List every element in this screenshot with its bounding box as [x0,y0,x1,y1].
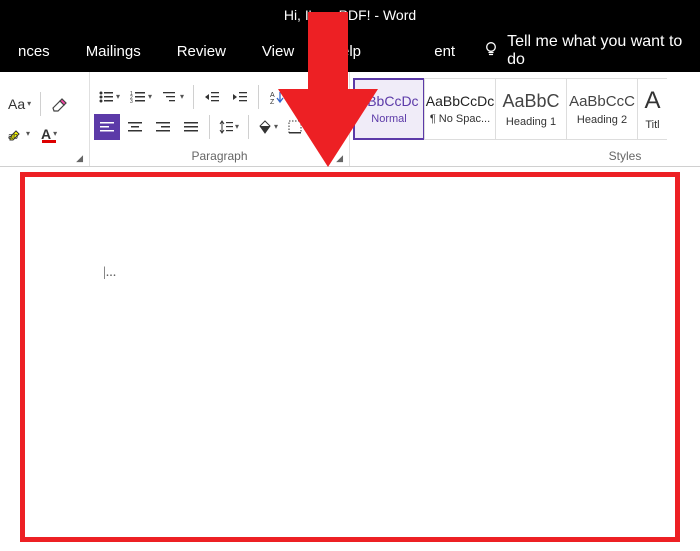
paragraph-dialog-launcher[interactable]: ◢ [336,153,343,164]
title-bar: Hi, I'm a PDF! - Word [0,0,700,30]
align-center-button[interactable] [122,114,148,140]
text-cursor: |... [103,265,116,281]
style-heading1[interactable]: AaBbC Heading 1 [495,78,567,140]
font-group: Aa ab A ◢ [0,72,90,166]
justify-button[interactable] [178,114,204,140]
font-dialog-launcher[interactable]: ◢ [76,153,83,164]
font-color-button[interactable]: A [36,121,62,147]
styles-group-label: Styles [354,147,696,166]
window-title: Hi, I'm a PDF! - Word [284,7,416,23]
tab-hidden[interactable]: ent [416,32,473,70]
style-normal[interactable]: aBbCcDc Normal [353,78,425,140]
decrease-indent-button[interactable] [199,84,225,110]
styles-group: aBbCcDc Normal AaBbCcDc ¶ No Spac... AaB… [350,72,700,166]
font-group-label: ◢ [4,161,85,166]
tab-references[interactable]: nces [0,32,68,70]
svg-text:Z: Z [270,99,275,104]
paragraph-group-label: Paragraph ◢ [94,147,345,166]
highlight-button[interactable]: ab [4,121,34,147]
menu-bar: nces Mailings Review View Help ent Tell … [0,30,700,72]
tab-review[interactable]: Review [159,32,244,70]
increase-indent-button[interactable] [227,84,253,110]
style-title[interactable]: A Titl [637,78,667,140]
paragraph-group: 123 AZ ¶ Paragraph [90,72,350,166]
ribbon: Aa ab A ◢ 123 [0,72,700,167]
tell-me-text: Tell me what you want to do [507,33,700,69]
tell-me[interactable]: Tell me what you want to do [473,33,700,69]
svg-text:ab: ab [8,131,18,141]
style-no-spacing[interactable]: AaBbCcDc ¶ No Spac... [424,78,496,140]
document-canvas[interactable]: |... [20,172,680,542]
bullets-button[interactable] [94,84,124,110]
line-spacing-button[interactable] [215,114,243,140]
align-right-button[interactable] [150,114,176,140]
borders-button[interactable] [284,114,312,140]
svg-text:3: 3 [130,99,133,104]
sort-button[interactable]: AZ [264,84,290,110]
svg-text:A: A [270,92,275,99]
shading-button[interactable] [254,114,282,140]
tab-mailings[interactable]: Mailings [68,32,159,70]
numbering-button[interactable]: 123 [126,84,156,110]
tab-view[interactable]: View [244,32,312,70]
lightbulb-icon [483,41,499,62]
multilevel-list-button[interactable] [158,84,188,110]
clear-formatting-button[interactable] [46,91,72,117]
tab-help[interactable]: Help [312,32,379,70]
style-heading2[interactable]: AaBbCcC Heading 2 [566,78,638,140]
show-marks-button[interactable]: ¶ [292,84,318,110]
styles-gallery: aBbCcDc Normal AaBbCcDc ¶ No Spac... AaB… [354,78,696,140]
change-case-button[interactable]: Aa [4,91,35,117]
align-left-button[interactable] [94,114,120,140]
